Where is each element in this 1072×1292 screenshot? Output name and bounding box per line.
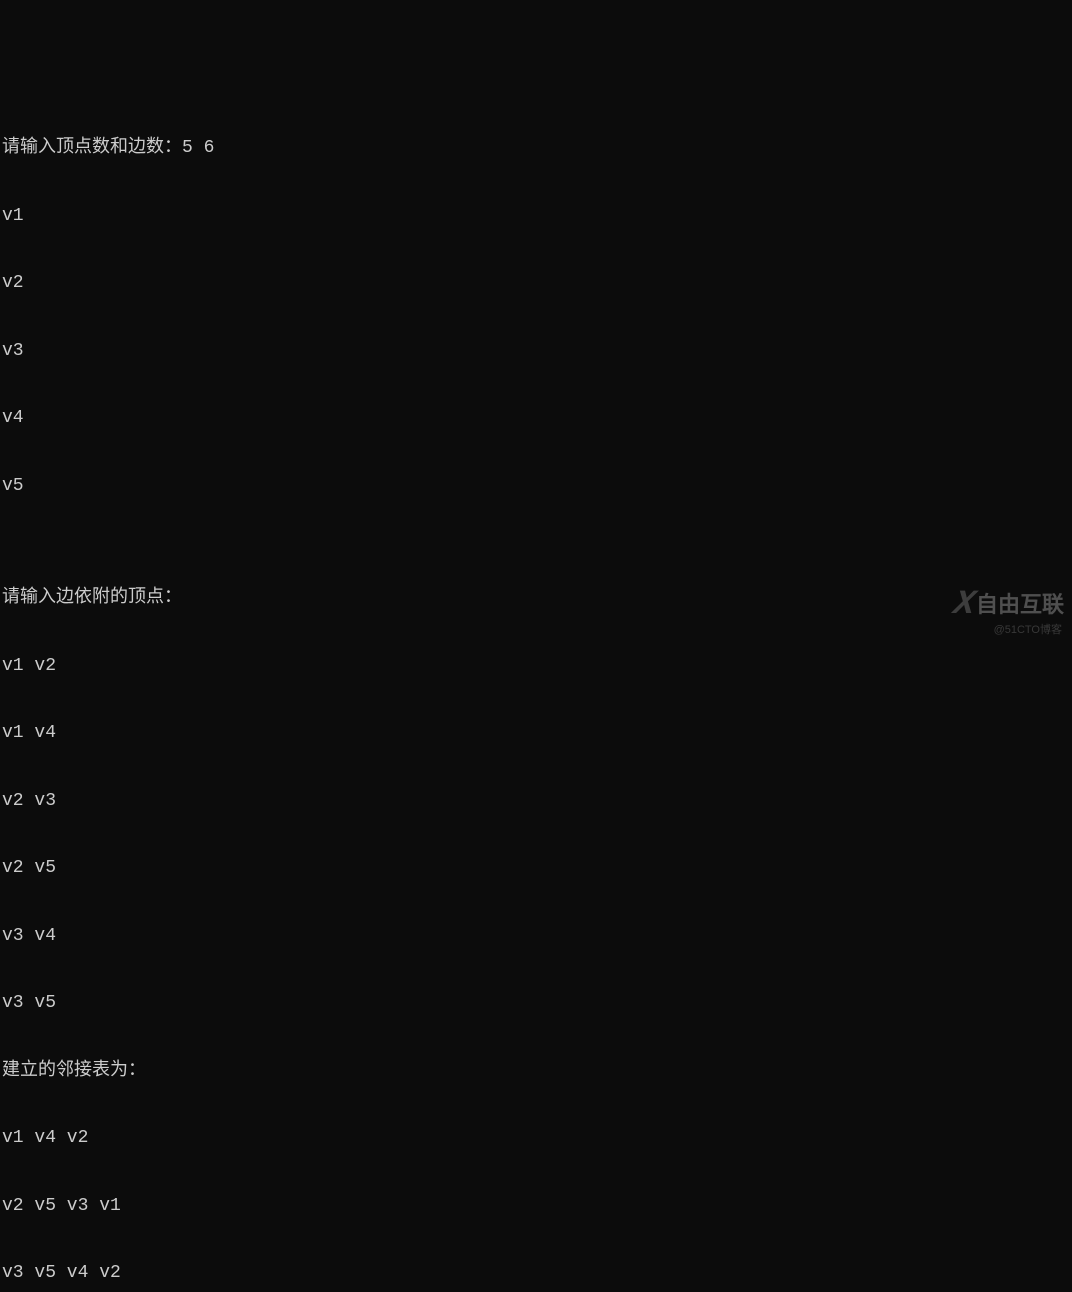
console-line: v2 v5	[2, 857, 1072, 880]
console-line: v1 v4	[2, 722, 1072, 745]
console-line: 请输入边依附的顶点：	[2, 587, 1072, 610]
console-line: v5	[2, 475, 1072, 498]
console-line: v3 v5 v4 v2	[2, 1262, 1072, 1285]
console-line: 请输入顶点数和边数：5 6	[2, 137, 1072, 160]
console-line: v1	[2, 205, 1072, 228]
terminal-output: 请输入顶点数和边数：5 6 v1 v2 v3 v4 v5 请输入边依附的顶点： …	[0, 90, 1072, 1292]
console-line: v1 v4 v2	[2, 1127, 1072, 1150]
console-line: 建立的邻接表为：	[2, 1060, 1072, 1083]
console-line: v4	[2, 407, 1072, 430]
console-line: v1 v2	[2, 655, 1072, 678]
console-line: v2 v5 v3 v1	[2, 1195, 1072, 1218]
console-line: v3 v5	[2, 992, 1072, 1015]
console-line: v3	[2, 340, 1072, 363]
console-line: v3 v4	[2, 925, 1072, 948]
console-line: v2 v3	[2, 790, 1072, 813]
console-line: v2	[2, 272, 1072, 295]
